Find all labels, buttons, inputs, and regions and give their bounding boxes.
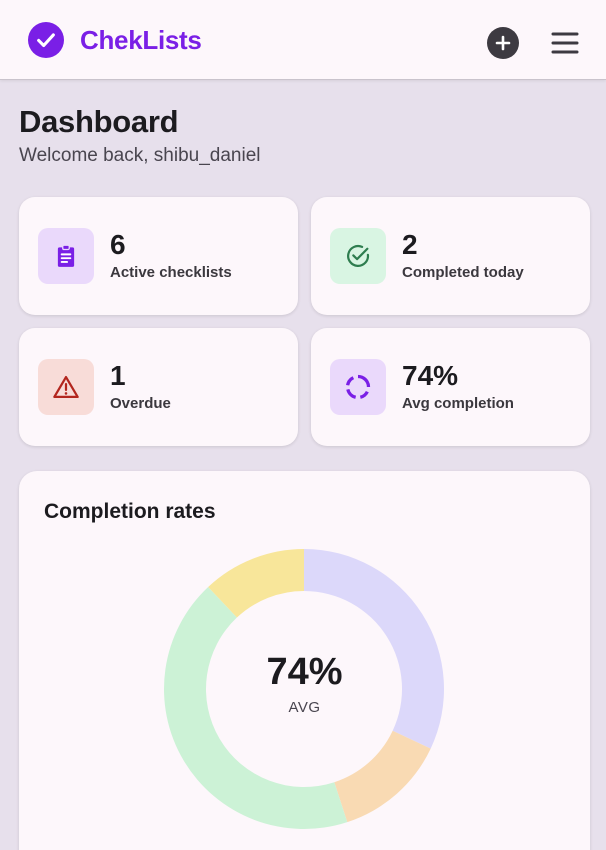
donut-slice-1[interactable] xyxy=(304,549,444,749)
completion-rates-card: Completion rates 74% AVG xyxy=(19,471,590,850)
stat-value: 74% xyxy=(402,360,459,391)
stat-label: Avg completion xyxy=(402,395,514,412)
check-circle-outline-icon xyxy=(330,228,386,284)
stat-card-avg[interactable]: 74% Avg completion xyxy=(311,328,590,446)
stat-label: Overdue xyxy=(110,395,171,412)
brand[interactable]: ChekLists xyxy=(28,22,202,58)
donut-center-value: 74% xyxy=(266,651,343,693)
stat-value: 2 xyxy=(402,229,418,260)
page-title: Dashboard xyxy=(19,104,179,139)
warning-triangle-icon xyxy=(38,359,94,415)
stat-value: 6 xyxy=(110,229,126,260)
donut-slice-2[interactable] xyxy=(334,730,431,823)
stat-label: Active checklists xyxy=(110,264,232,281)
stat-value: 1 xyxy=(110,360,126,391)
plus-icon xyxy=(495,35,511,51)
stat-card-completed[interactable]: 2 Completed today xyxy=(311,197,590,315)
top-app-bar: ChekLists xyxy=(0,0,606,80)
clipboard-icon xyxy=(38,228,94,284)
progress-ring-icon xyxy=(330,359,386,415)
stat-card-overdue[interactable]: 1 Overdue xyxy=(19,328,298,446)
app-name: ChekLists xyxy=(80,24,202,55)
check-circle-icon xyxy=(28,22,64,58)
stat-label: Completed today xyxy=(402,264,524,281)
donut-center-label: AVG xyxy=(288,699,321,716)
hamburger-menu-icon xyxy=(551,32,579,54)
menu-button[interactable] xyxy=(550,28,580,58)
stat-card-active[interactable]: 6 Active checklists xyxy=(19,197,298,315)
add-checklist-button[interactable] xyxy=(487,27,519,59)
welcome-message: Welcome back, shibu_daniel xyxy=(19,145,261,166)
